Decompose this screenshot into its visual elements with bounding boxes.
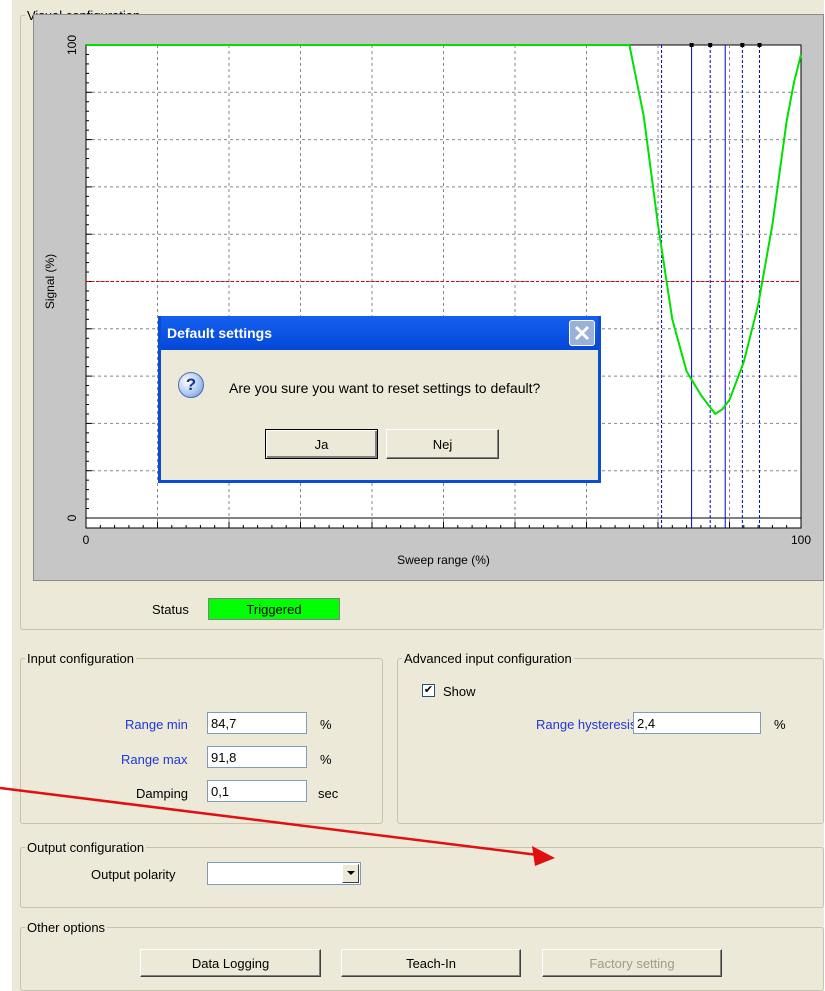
- data-logging-label: Data Logging: [191, 955, 270, 971]
- chart-area: 0 100 0 100 Sweep range (%) Signal (%): [33, 14, 824, 581]
- range-max-label: Range max: [121, 752, 188, 767]
- teach-in-button[interactable]: Teach-In: [341, 949, 521, 977]
- yes-label: Ja: [314, 436, 329, 452]
- yes-button[interactable]: Ja: [265, 429, 378, 459]
- status-value: Triggered: [246, 601, 302, 617]
- range-hysteresis-unit: %: [774, 717, 786, 732]
- main-panel: Visual configuration 01000100Sweep range…: [12, 0, 824, 991]
- question-icon: ?: [178, 372, 204, 398]
- advanced-input-configuration-group: Advanced input configuration: [397, 651, 824, 824]
- show-label: Show: [443, 684, 476, 699]
- status-label: Status: [152, 602, 189, 617]
- close-icon: [574, 325, 590, 341]
- range-max-input[interactable]: [207, 746, 307, 768]
- range-hysteresis-input[interactable]: [633, 712, 761, 734]
- factory-setting-button[interactable]: Factory setting: [542, 949, 722, 977]
- factory-setting-label: Factory setting: [589, 955, 675, 971]
- no-label: Nej: [432, 436, 453, 452]
- y-tick-label: 100: [65, 35, 79, 55]
- y-tick-label: 0: [65, 514, 79, 521]
- advanced-input-configuration-legend: Advanced input configuration: [404, 651, 572, 666]
- dialog-message: Are you sure you want to reset settings …: [229, 380, 541, 396]
- range-min-input[interactable]: [207, 712, 307, 734]
- x-tick-label: 100: [791, 533, 811, 547]
- marker-handle: [689, 43, 694, 47]
- output-polarity-label: Output polarity: [91, 867, 176, 882]
- y-axis-label: Signal (%): [43, 254, 57, 309]
- range-hysteresis-label: Range hysteresis: [536, 717, 637, 732]
- input-configuration-legend: Input configuration: [27, 651, 134, 666]
- no-button[interactable]: Nej: [386, 429, 499, 459]
- status-badge: Triggered: [208, 598, 340, 620]
- dialog-close-button[interactable]: [569, 320, 595, 346]
- marker-handle: [757, 43, 762, 47]
- teach-in-label: Teach-In: [406, 955, 456, 971]
- default-settings-dialog: Default settings ? Are you sure you want…: [158, 316, 601, 483]
- data-logging-button[interactable]: Data Logging: [140, 949, 321, 977]
- dialog-title-bar: Default settings: [161, 316, 598, 350]
- damping-unit: sec: [318, 786, 339, 801]
- dropdown-button[interactable]: [342, 864, 359, 883]
- x-axis-label: Sweep range (%): [397, 553, 490, 567]
- x-tick-label: 0: [83, 533, 90, 547]
- range-max-unit: %: [320, 752, 332, 767]
- range-min-label: Range min: [125, 717, 188, 732]
- damping-label: Damping: [136, 786, 189, 801]
- other-options-legend: Other options: [27, 920, 106, 935]
- output-polarity-select[interactable]: [207, 862, 361, 885]
- marker-handle: [708, 43, 713, 47]
- checkmark-icon: ✔: [423, 684, 434, 696]
- marker-handle: [740, 43, 745, 47]
- dialog-title: Default settings: [167, 325, 273, 341]
- chevron-down-icon: [346, 871, 355, 875]
- signal-chart: 0 100 0 100 Sweep range (%) Signal (%): [43, 35, 811, 567]
- damping-input[interactable]: [207, 780, 307, 802]
- output-configuration-legend: Output configuration: [27, 840, 145, 855]
- range-min-unit: %: [320, 717, 332, 732]
- show-checkbox[interactable]: ✔: [422, 684, 435, 697]
